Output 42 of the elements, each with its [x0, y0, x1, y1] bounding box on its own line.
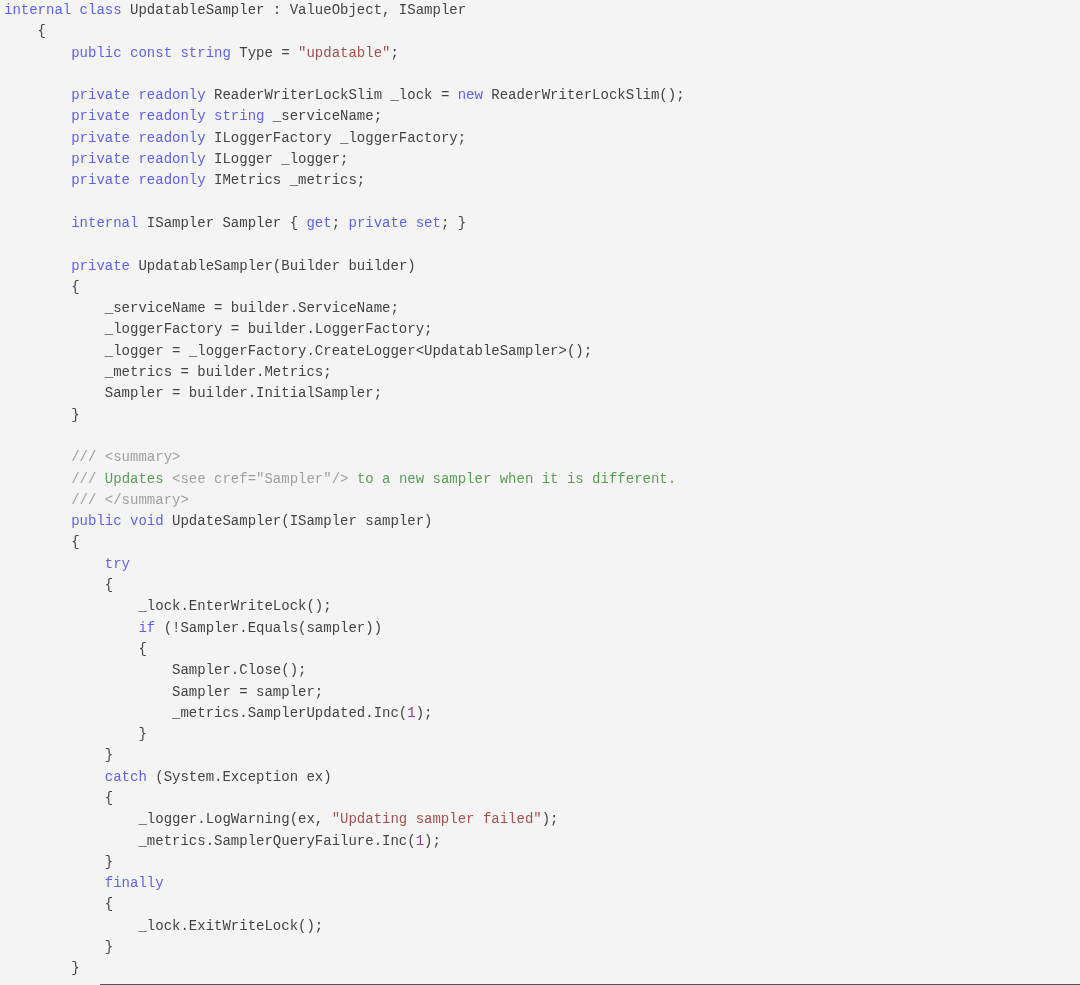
code-line: private UpdatableSampler(Builder builder) — [70, 257, 416, 274]
code-line: _lock.ExitWriteLock(); — [137, 917, 324, 934]
code-line: public void UpdateSampler(ISampler sampler) — [70, 513, 433, 530]
code-line: internal class UpdatableSampler : ValueObject, ISampler — [4, 2, 467, 18]
code-line: { — [137, 640, 147, 657]
code-line: } — [70, 406, 80, 423]
code-line: Sampler = builder.InitialSampler; — [103, 385, 383, 402]
code-line: /// </summary> — [70, 491, 189, 508]
code-line: { — [103, 577, 114, 593]
code-line: } — [70, 960, 80, 977]
code-line: _serviceName = builder.ServiceName; — [103, 300, 399, 317]
code-line: _metrics.SamplerQueryFailure.Inc(1); — [137, 832, 441, 849]
code-line: _metrics = builder.Metrics; — [103, 364, 332, 381]
code-line: { — [103, 896, 114, 913]
code-line: private readonly string _serviceName; — [70, 108, 383, 125]
code-line: { — [103, 790, 114, 806]
code-line: finally — [103, 875, 164, 892]
code-line: } — [103, 747, 114, 764]
code-line: catch (System.Exception ex) — [103, 768, 332, 785]
code-line: _metrics.SamplerUpdated.Inc(1); — [171, 704, 433, 721]
code-line: } — [137, 726, 147, 743]
code-line: private readonly ILoggerFactory _loggerFactory; — [70, 129, 467, 146]
code-line: private readonly IMetrics _metrics; — [70, 172, 366, 189]
code-line: } — [103, 939, 114, 956]
code-line: /// Updates <see cref="Sampler"/> to a new sampler when it is different. — [70, 470, 677, 487]
code-line: /// <summary> — [70, 449, 181, 466]
code-line: _logger.LogWarning(ex, "Updating sampler failed"); — [137, 811, 559, 828]
code-line: _lock.EnterWriteLock(); — [137, 598, 332, 615]
code-line: try — [103, 555, 131, 572]
code-line: internal ISampler Sampler { get; private set; } — [70, 214, 467, 231]
code-line: public const string Type = "updatable"; — [70, 44, 399, 61]
code-line: private readonly ReaderWriterLockSlim _lock = new ReaderWriterLockSlim(); — [70, 87, 685, 104]
code-line: private readonly ILogger _logger; — [70, 151, 349, 168]
code-line: _loggerFactory = builder.LoggerFactory; — [103, 321, 433, 338]
code-line: if (!Sampler.Equals(sampler)) — [137, 619, 383, 636]
code-line: } — [103, 853, 114, 870]
code-line: Sampler = sampler; — [171, 683, 324, 700]
code-line: { — [70, 278, 80, 295]
code-line: { — [36, 23, 46, 40]
code-line: _logger = _loggerFactory.CreateLogger<UpdatableSampler>(); — [103, 342, 593, 359]
code-line: { — [70, 534, 80, 551]
code-line: Sampler.Close(); — [171, 662, 307, 679]
